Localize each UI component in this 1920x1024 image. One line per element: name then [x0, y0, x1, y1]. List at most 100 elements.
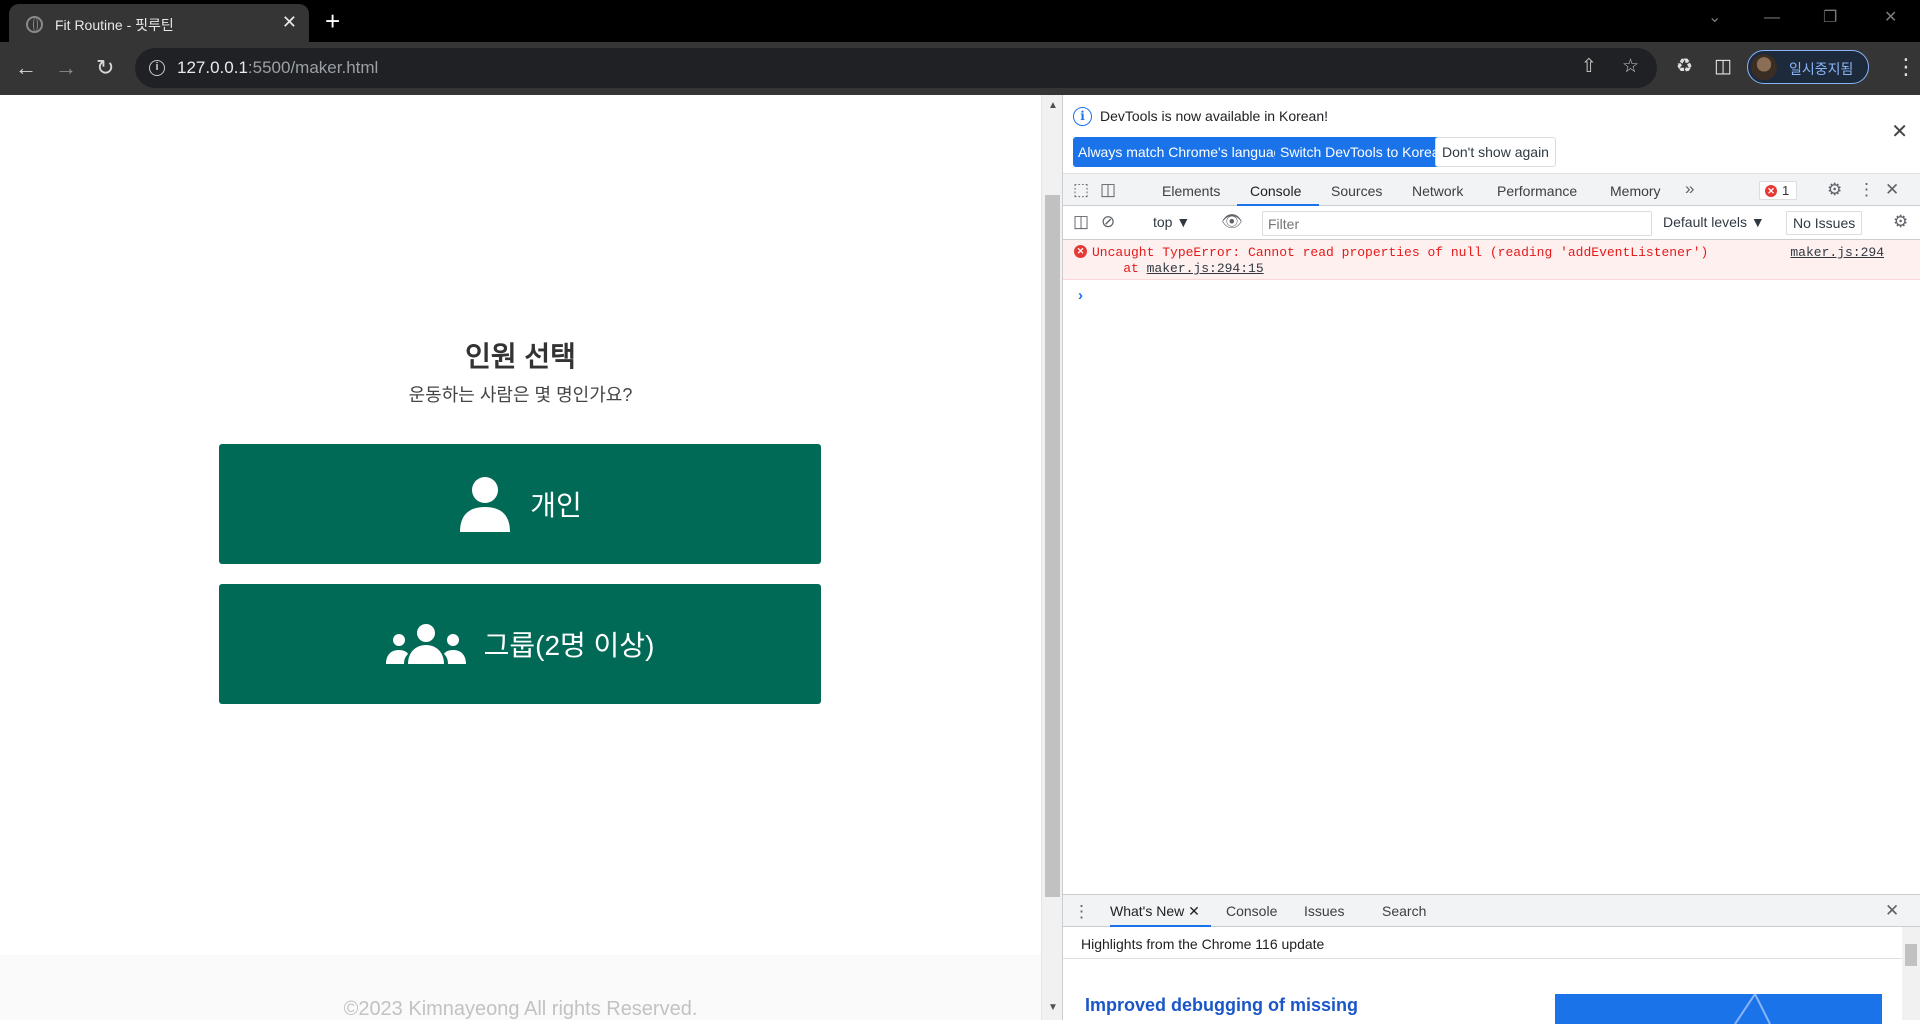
- close-devtools-icon[interactable]: ✕: [1885, 180, 1899, 200]
- drawer-tab-bar: ⋮ What's New ✕ Console Issues Search ✕: [1063, 894, 1920, 927]
- match-language-button[interactable]: Always match Chrome's language: [1073, 137, 1295, 167]
- drawer-menu-icon[interactable]: ⋮: [1073, 902, 1090, 922]
- individual-label: 개인: [530, 490, 582, 521]
- device-toolbar-icon[interactable]: ◫: [1100, 180, 1116, 200]
- scroll-down-icon[interactable]: ▼: [1048, 1003, 1058, 1013]
- drawer-tab-issues[interactable]: Issues: [1304, 903, 1344, 919]
- forward-icon[interactable]: →: [55, 56, 77, 80]
- drawer-tab-search[interactable]: Search: [1382, 903, 1426, 919]
- tab-performance[interactable]: Performance: [1497, 183, 1577, 199]
- profile-button[interactable]: 일시중지됨: [1747, 50, 1869, 84]
- console-filter-input[interactable]: [1262, 211, 1652, 236]
- browser-titlebar: Fit Routine - 핏루틴 ✕ + ⌄ — ❐ ✕: [0, 0, 1920, 42]
- eye-icon[interactable]: 👁: [1221, 212, 1243, 232]
- profile-status: 일시중지됨: [1789, 61, 1854, 77]
- tab-elements[interactable]: Elements: [1162, 183, 1220, 199]
- highlights-text: Highlights from the Chrome 116 update: [1081, 936, 1325, 952]
- tab-console[interactable]: Console: [1250, 183, 1301, 199]
- site-info-icon[interactable]: i: [149, 60, 165, 76]
- close-drawer-icon[interactable]: ✕: [1885, 901, 1899, 921]
- devtools-language-infobar: i DevTools is now available in Korean! A…: [1063, 95, 1920, 173]
- drawer-tab-whats-new[interactable]: What's New ✕: [1110, 903, 1200, 920]
- context-selector[interactable]: top ▼: [1153, 214, 1190, 230]
- stack-location-link[interactable]: maker.js:294:15: [1147, 261, 1264, 276]
- extensions-icon[interactable]: ♻: [1676, 56, 1693, 78]
- url-path: :5500/maker.html: [247, 58, 379, 77]
- clear-console-icon[interactable]: ⊘: [1101, 212, 1115, 232]
- copyright-text: ©2023 Kimnayeong All rights Reserved.: [343, 998, 698, 1020]
- dont-show-again-button[interactable]: Don't show again: [1435, 137, 1556, 167]
- stack-at: at: [1092, 261, 1147, 276]
- switch-language-button[interactable]: Switch DevTools to Korean: [1275, 137, 1453, 167]
- globe-icon: [26, 16, 43, 33]
- page-viewport: 인원 선택 운동하는 사람은 몇 명인가요? 개인 그룹(2명 이상) ©202…: [0, 95, 1041, 1020]
- error-count: 1: [1782, 183, 1790, 198]
- tab-memory[interactable]: Memory: [1610, 183, 1661, 199]
- console-prompt-icon[interactable]: ›: [1078, 287, 1083, 304]
- issues-button[interactable]: No Issues: [1786, 211, 1863, 235]
- log-levels-label: Default levels: [1663, 214, 1748, 230]
- page-subtitle: 운동하는 사람은 몇 명인가요?: [408, 385, 633, 405]
- back-icon[interactable]: ←: [15, 56, 37, 80]
- context-value: top: [1153, 214, 1173, 230]
- info-icon: i: [1073, 107, 1092, 126]
- browser-tab[interactable]: Fit Routine - 핏루틴 ✕: [9, 4, 309, 42]
- more-tabs-icon[interactable]: »: [1685, 179, 1694, 199]
- individual-button[interactable]: 개인: [219, 444, 821, 564]
- error-source-link[interactable]: maker.js:294: [1790, 245, 1884, 260]
- whats-new-label: What's New: [1110, 903, 1185, 919]
- settings-gear-icon[interactable]: ⚙: [1827, 180, 1842, 200]
- tab-search-icon[interactable]: ⌄: [1708, 8, 1721, 28]
- article-title-link[interactable]: Improved debugging of missing: [1085, 995, 1358, 1016]
- drawer-tab-console[interactable]: Console: [1226, 903, 1277, 919]
- highlights-header: Highlights from the Chrome 116 update: [1063, 927, 1902, 959]
- window-close-icon[interactable]: ✕: [1884, 8, 1897, 28]
- group-label: 그룹(2명 이상): [483, 630, 655, 661]
- inspect-element-icon[interactable]: ⬚: [1073, 180, 1089, 200]
- drawer-scroll-thumb[interactable]: [1905, 944, 1917, 966]
- error-count-badge[interactable]: ✕ 1: [1759, 181, 1797, 200]
- tab-close-icon[interactable]: ✕: [282, 13, 297, 31]
- address-bar[interactable]: i 127.0.0.1:5500/maker.html ⇧ ☆: [135, 48, 1657, 88]
- page-footer: ©2023 Kimnayeong All rights Reserved.: [0, 955, 1041, 1020]
- browser-menu-icon[interactable]: ⋮: [1895, 55, 1917, 79]
- reload-icon[interactable]: ↻: [96, 56, 114, 80]
- console-toolbar: ◫ ⊘ top ▼ 👁 Default levels ▼ No Issues ⚙: [1063, 206, 1920, 240]
- avatar: [1751, 54, 1777, 80]
- error-icon: ✕: [1074, 245, 1087, 258]
- restore-icon[interactable]: ❐: [1823, 8, 1837, 28]
- devtools-tab-bar: ⬚ ◫ Elements Console Sources Network Per…: [1063, 173, 1920, 206]
- error-stack-line: at maker.js:294:15: [1092, 261, 1264, 276]
- page-scrollbar[interactable]: ▲ ▼: [1041, 95, 1062, 1020]
- page-title: 인원 선택: [465, 341, 576, 372]
- sidebar-toggle-icon[interactable]: ◫: [1073, 212, 1089, 232]
- new-tab-button[interactable]: +: [325, 8, 340, 34]
- tab-sources[interactable]: Sources: [1331, 183, 1382, 199]
- side-panel-icon[interactable]: ◫: [1714, 56, 1732, 78]
- page-scroll-thumb[interactable]: [1045, 195, 1060, 897]
- devtools-menu-icon[interactable]: ⋮: [1858, 180, 1875, 200]
- log-levels-dropdown[interactable]: Default levels ▼: [1663, 214, 1765, 230]
- share-icon[interactable]: ⇧: [1581, 56, 1597, 78]
- scroll-up-icon[interactable]: ▲: [1048, 101, 1058, 111]
- minimize-icon[interactable]: —: [1764, 8, 1780, 28]
- bookmark-star-icon[interactable]: ☆: [1622, 56, 1639, 78]
- close-icon[interactable]: ✕: [1891, 122, 1908, 142]
- error-text: Uncaught TypeError: Cannot read properti…: [1092, 245, 1709, 260]
- users-icon: [385, 624, 466, 664]
- tab-title: Fit Routine - 핏루틴: [55, 17, 174, 33]
- url-text[interactable]: 127.0.0.1:5500/maker.html: [177, 58, 378, 78]
- person-icon: [460, 477, 511, 532]
- error-icon: ✕: [1765, 185, 1777, 197]
- console-error-message: ✕ Uncaught TypeError: Cannot read proper…: [1063, 240, 1920, 280]
- console-settings-icon[interactable]: ⚙: [1893, 212, 1908, 232]
- devtools-panel: i DevTools is now available in Korean! A…: [1062, 95, 1920, 1024]
- url-host: 127.0.0.1: [177, 58, 248, 77]
- close-tab-icon[interactable]: ✕: [1188, 903, 1200, 919]
- drawer-scrollbar[interactable]: [1902, 927, 1920, 1020]
- tab-network[interactable]: Network: [1412, 183, 1463, 199]
- whats-new-panel: Highlights from the Chrome 116 update Im…: [1063, 927, 1920, 1024]
- group-button[interactable]: 그룹(2명 이상): [219, 584, 821, 704]
- infobar-message: DevTools is now available in Korean!: [1100, 108, 1329, 124]
- browser-toolbar: ← → ↻ i 127.0.0.1:5500/maker.html ⇧ ☆ ♻ …: [0, 42, 1920, 95]
